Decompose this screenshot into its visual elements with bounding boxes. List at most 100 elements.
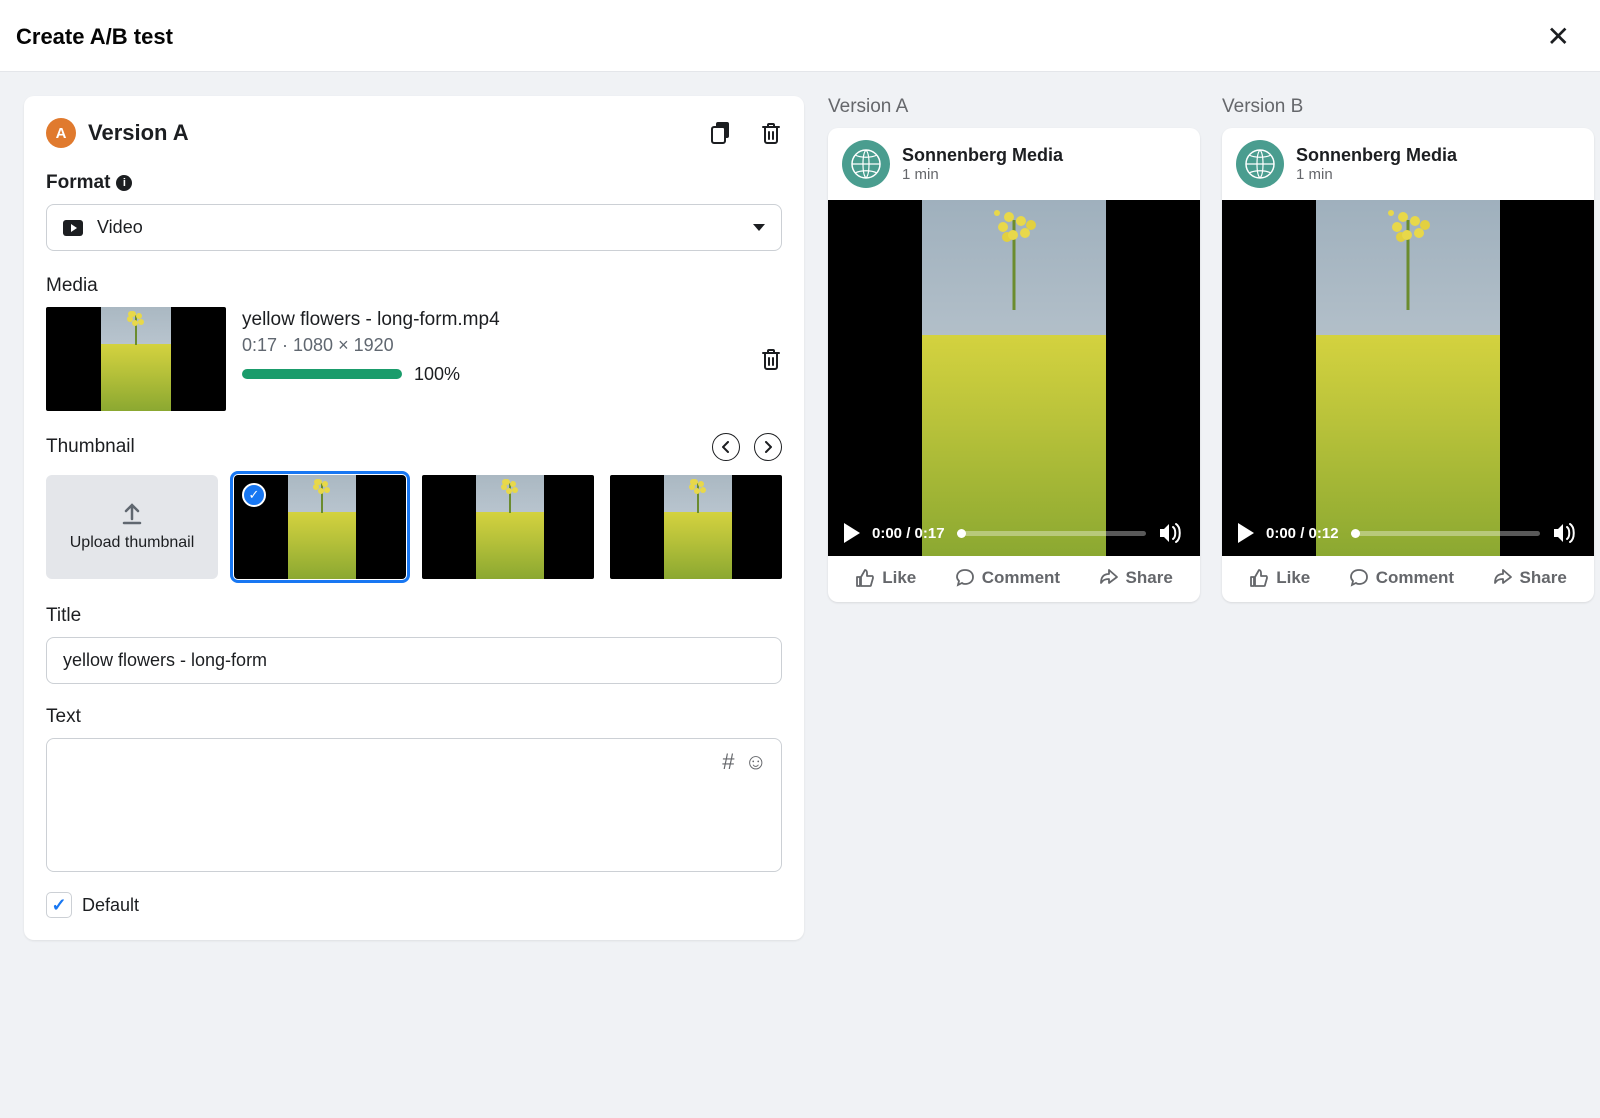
upload-thumbnail-label: Upload thumbnail (70, 534, 195, 552)
globe-icon (1244, 148, 1276, 180)
comment-icon (955, 568, 975, 588)
share-button[interactable]: Share (1493, 568, 1567, 588)
text-input[interactable] (47, 739, 781, 871)
info-icon[interactable]: i (116, 175, 132, 191)
like-button[interactable]: Like (1249, 568, 1310, 588)
like-icon (1249, 568, 1269, 588)
thumbnail-label: Thumbnail (46, 436, 135, 458)
comment-icon (1349, 568, 1369, 588)
seek-bar[interactable] (957, 531, 1146, 536)
volume-icon[interactable] (1552, 522, 1578, 544)
video-controls: 0:00 / 0:12 (1222, 510, 1594, 556)
check-icon: ✓ (242, 483, 266, 507)
like-button[interactable]: Like (855, 568, 916, 588)
trash-icon (760, 347, 782, 371)
format-label: Format i (46, 172, 782, 194)
duplicate-button[interactable] (710, 121, 732, 145)
volume-icon[interactable] (1158, 522, 1184, 544)
preview-card-a: Sonnenberg Media 1 min 0:00 / 0:17 (828, 128, 1200, 602)
card-actions: Like Comment Share (1222, 556, 1594, 602)
card-actions: Like Comment Share (828, 556, 1200, 602)
panel-title-wrap: A Version A (46, 118, 189, 148)
hashtag-button[interactable]: # (722, 749, 734, 775)
seek-bar[interactable] (1351, 531, 1540, 536)
card-header: Sonnenberg Media 1 min (1222, 128, 1594, 200)
comment-button[interactable]: Comment (955, 568, 1060, 588)
panel-actions (710, 121, 782, 145)
modal-body: A Version A Format i Video Media (0, 72, 1600, 1118)
media-label: Media (46, 275, 782, 297)
comment-button[interactable]: Comment (1349, 568, 1454, 588)
emoji-button[interactable]: ☺ (745, 749, 767, 775)
media-thumbnail[interactable] (46, 307, 226, 411)
preview-b: Version B Sonnenberg Media 1 min 0:00 (1222, 96, 1594, 602)
avatar[interactable] (1236, 140, 1284, 188)
video-time: 0:00 / 0:12 (1266, 525, 1339, 542)
globe-icon (850, 148, 882, 180)
play-button[interactable] (1238, 523, 1254, 543)
preview-a: Version A Sonnenberg Media 1 min 0:00 (828, 96, 1200, 602)
progress-percent: 100% (414, 364, 460, 385)
close-icon[interactable]: ✕ (1547, 20, 1570, 53)
upload-progress: 100% (242, 364, 744, 385)
preview-card-b: Sonnenberg Media 1 min 0:00 / 0:12 (1222, 128, 1594, 602)
play-button[interactable] (844, 523, 860, 543)
panel-title: Version A (88, 120, 189, 146)
delete-version-button[interactable] (760, 121, 782, 145)
video-icon (63, 220, 83, 236)
format-select[interactable]: Video (46, 204, 782, 251)
default-checkbox-row: ✓ Default (46, 892, 782, 918)
thumbnail-nav (712, 433, 782, 461)
trash-icon (760, 121, 782, 145)
media-meta: 0:17 · 1080 × 1920 (242, 335, 744, 356)
default-label: Default (82, 895, 139, 916)
thumbnail-option-2[interactable] (422, 475, 594, 579)
chevron-left-icon (722, 441, 730, 453)
modal-title: Create A/B test (16, 24, 173, 50)
version-badge: A (46, 118, 76, 148)
chevron-down-icon (753, 224, 765, 231)
share-button[interactable]: Share (1099, 568, 1173, 588)
like-icon (855, 568, 875, 588)
share-icon (1099, 568, 1119, 588)
post-time: 1 min (902, 166, 1063, 183)
thumbnail-option-3[interactable] (610, 475, 782, 579)
check-icon: ✓ (51, 895, 66, 916)
version-editor-panel: A Version A Format i Video Media (24, 96, 804, 940)
media-filename: yellow flowers - long-form.mp4 (242, 307, 744, 333)
media-info: yellow flowers - long-form.mp4 0:17 · 10… (242, 307, 744, 385)
video-player[interactable]: 0:00 / 0:17 (828, 200, 1200, 556)
preview-b-label: Version B (1222, 96, 1594, 118)
author-name[interactable]: Sonnenberg Media (902, 145, 1063, 166)
video-controls: 0:00 / 0:17 (828, 510, 1200, 556)
thumbnail-prev-button[interactable] (712, 433, 740, 461)
thumbnail-header: Thumbnail (46, 433, 782, 461)
preview-a-label: Version A (828, 96, 1200, 118)
video-time: 0:00 / 0:17 (872, 525, 945, 542)
thumbnail-next-button[interactable] (754, 433, 782, 461)
upload-thumbnail-button[interactable]: Upload thumbnail (46, 475, 218, 579)
text-label: Text (46, 706, 782, 728)
default-checkbox[interactable]: ✓ (46, 892, 72, 918)
media-row: yellow flowers - long-form.mp4 0:17 · 10… (46, 307, 782, 411)
upload-icon (121, 502, 143, 526)
delete-media-button[interactable] (760, 347, 782, 371)
thumbnail-option-1[interactable]: ✓ (234, 475, 406, 579)
title-label: Title (46, 605, 782, 627)
video-player[interactable]: 0:00 / 0:12 (1222, 200, 1594, 556)
text-tools: # ☺ (722, 749, 767, 775)
post-time: 1 min (1296, 166, 1457, 183)
chevron-right-icon (764, 441, 772, 453)
format-value: Video (97, 217, 143, 238)
avatar[interactable] (842, 140, 890, 188)
modal-header: Create A/B test ✕ (0, 0, 1600, 72)
text-wrapper: # ☺ (46, 738, 782, 872)
title-input[interactable] (46, 637, 782, 684)
author-name[interactable]: Sonnenberg Media (1296, 145, 1457, 166)
previews: Version A Sonnenberg Media 1 min 0:00 (828, 96, 1594, 602)
copy-icon (710, 121, 732, 145)
thumbnail-row: Upload thumbnail ✓ (46, 475, 782, 579)
card-header: Sonnenberg Media 1 min (828, 128, 1200, 200)
share-icon (1493, 568, 1513, 588)
panel-header: A Version A (46, 118, 782, 148)
